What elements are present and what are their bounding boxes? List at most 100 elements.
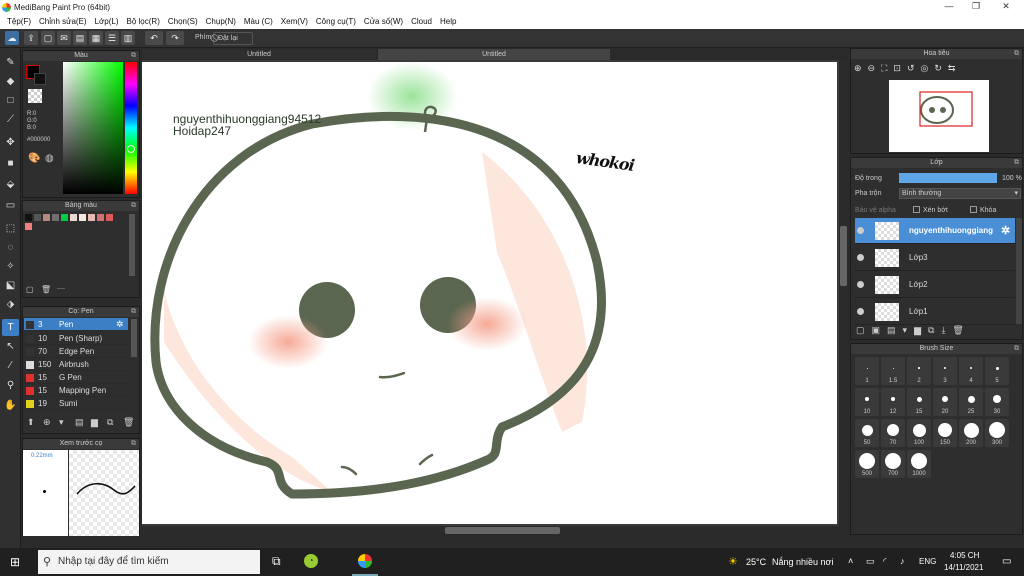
delete-palette-icon[interactable]: 🗑 [41, 285, 51, 294]
pin-icon[interactable]: ⧉ [1014, 158, 1019, 168]
new-halftone-layer-icon[interactable]: ▤ [887, 325, 903, 335]
brush-item-sumi[interactable]: 19 Sumi [24, 397, 128, 410]
brush-size-option[interactable]: 12 [881, 388, 905, 416]
menu-select[interactable]: Chọn(S) [164, 15, 202, 29]
close-button[interactable]: ✕ [992, 1, 1020, 14]
add-brush-cloud-icon[interactable]: ⬆ [27, 417, 35, 428]
palette-swatch[interactable] [79, 214, 86, 221]
brush-size-option[interactable]: 500 [855, 450, 879, 478]
divide-tool-icon[interactable]: ⁄ [2, 357, 19, 374]
palette-swatch[interactable] [88, 214, 95, 221]
volume-icon[interactable]: ♪ [900, 556, 905, 566]
brush-item-g-pen[interactable]: 15 G Pen [24, 371, 128, 384]
app-taskbar-icon-1[interactable]: ◔ [304, 554, 318, 568]
brush-size-option[interactable]: 20 [933, 388, 957, 416]
pin-icon[interactable]: ⧉ [131, 201, 136, 211]
folder-icon[interactable]: ▆ [91, 417, 98, 428]
fill-rect-icon[interactable]: ■ [2, 155, 19, 172]
pin-icon[interactable]: ⧉ [1014, 344, 1019, 354]
vertical-scrollbar[interactable] [839, 60, 848, 526]
layer-row-lop3[interactable]: Lớp3 [855, 245, 1015, 271]
navigator-thumbnail[interactable] [889, 80, 989, 152]
saturation-value-picker[interactable] [63, 62, 123, 194]
brush-size-option[interactable]: 1 [855, 357, 879, 385]
palette-swatch[interactable] [61, 214, 68, 221]
brush-size-option[interactable]: 3 [933, 357, 957, 385]
select-eraser-icon[interactable]: ⬗ [2, 296, 19, 313]
clock-date[interactable]: 14/11/2021 [944, 563, 983, 572]
magic-wand-icon[interactable]: ✧ [2, 258, 19, 275]
eraser-tool-icon[interactable]: ◆ [2, 73, 19, 90]
tab-untitled-2[interactable]: Untitled [378, 49, 610, 60]
palette-swatch[interactable] [52, 214, 59, 221]
brush-size-option[interactable]: 70 [881, 419, 905, 447]
add-layer-dropdown-icon[interactable]: ▾ [903, 325, 915, 335]
palette-swatch[interactable] [70, 214, 77, 221]
brush-item-mapping-pen[interactable]: 15 Mapping Pen [24, 384, 128, 397]
palette-swatch[interactable] [25, 214, 32, 221]
brush-settings-icon[interactable]: ▤ [75, 417, 84, 428]
delete-brush-icon[interactable]: 🗑 [123, 417, 134, 428]
palette-icon[interactable]: 🎨 [28, 153, 40, 165]
notification-icon[interactable]: ▭ [1002, 556, 1011, 567]
brush-size-option[interactable]: 1.5 [881, 357, 905, 385]
brush-size-option[interactable]: 10 [855, 388, 879, 416]
transparent-swatch[interactable] [28, 89, 42, 103]
gradient-tool-icon[interactable]: ▭ [2, 197, 19, 214]
actual-size-icon[interactable]: ⊡ [893, 63, 907, 73]
wifi-icon[interactable]: ◜ [883, 556, 887, 567]
line-tool-icon[interactable]: ⟋ [2, 111, 19, 128]
menu-layer[interactable]: Lớp(L) [91, 15, 123, 29]
horizontal-scrollbar[interactable] [142, 526, 839, 535]
medibang-taskbar-icon[interactable] [358, 554, 372, 568]
hand-tool-icon[interactable]: ✋ [2, 397, 19, 414]
rotate-right-icon[interactable]: ↻ [934, 63, 948, 73]
taskbar-search[interactable]: ⚲ Nhập tại đây để tìm kiếm [38, 550, 260, 574]
tab-untitled-1[interactable]: Untitled [142, 49, 376, 60]
fit-icon[interactable]: ⛶ [881, 63, 893, 73]
new-file-icon[interactable]: ▢ [41, 31, 55, 45]
menu-help[interactable]: Help [436, 15, 460, 29]
brush-size-option[interactable]: 50 [855, 419, 879, 447]
network-icon[interactable]: ▭ [866, 556, 875, 567]
menu-snap[interactable]: Chụp(N) [202, 15, 240, 29]
blend-mode-select[interactable]: Bình thường ▾ [899, 188, 1021, 199]
brush-list-scrollbar[interactable] [131, 319, 137, 357]
minimize-button[interactable]: — [935, 1, 963, 14]
menu-color[interactable]: Màu (C) [240, 15, 277, 29]
color-wheel-icon[interactable]: ◍ [45, 153, 57, 165]
hue-handle[interactable] [127, 145, 135, 153]
language-indicator[interactable]: ENG [919, 557, 936, 566]
operation-tool-icon[interactable]: ↖ [2, 338, 19, 355]
brush-size-option[interactable]: 25 [959, 388, 983, 416]
brush-size-option[interactable]: 2 [907, 357, 931, 385]
pin-icon[interactable]: ⧉ [131, 307, 136, 317]
windows-start-icon[interactable]: ⊞ [10, 555, 20, 569]
hue-slider[interactable] [125, 62, 137, 194]
eye-icon[interactable] [857, 308, 864, 315]
brush-item-airbrush[interactable]: 150 Airbrush [24, 358, 128, 371]
merge-down-icon[interactable]: ⤓ [941, 325, 952, 335]
brush-size-option[interactable]: 200 [959, 419, 983, 447]
rotate-left-icon[interactable]: ↺ [907, 63, 921, 73]
brush-size-option[interactable]: 4 [959, 357, 983, 385]
gear-icon[interactable]: ✲ [1001, 224, 1010, 237]
drawing-canvas[interactable]: nguyenthihuonggiang94512 Hoidap247 whoko… [142, 62, 837, 524]
rect-tool-icon[interactable]: □ [2, 92, 19, 109]
brush-size-option[interactable]: 15 [907, 388, 931, 416]
menu-file[interactable]: Tệp(F) [3, 15, 35, 29]
brush-size-option[interactable]: 5 [985, 357, 1009, 385]
clock-time[interactable]: 4:05 CH [950, 551, 979, 560]
palette-swatch[interactable] [25, 223, 32, 230]
folder-icon[interactable]: ▆ [914, 325, 928, 335]
add-palette-icon[interactable]: ▢ [26, 285, 34, 294]
eye-icon[interactable] [857, 227, 864, 234]
menu-window[interactable]: Cửa số(W) [360, 15, 407, 29]
brush-tool-icon[interactable]: ✎ [2, 54, 19, 71]
brush-item-pen-sharp[interactable]: 10 Pen (Sharp) [24, 332, 128, 345]
eye-icon[interactable] [857, 281, 864, 288]
delete-layer-icon[interactable]: 🗑 [952, 325, 970, 335]
stack-icon[interactable]: ▥ [121, 31, 135, 45]
layer-row-lop2[interactable]: Lớp2 [855, 272, 1015, 298]
pin-icon[interactable]: ⧉ [1014, 49, 1019, 59]
